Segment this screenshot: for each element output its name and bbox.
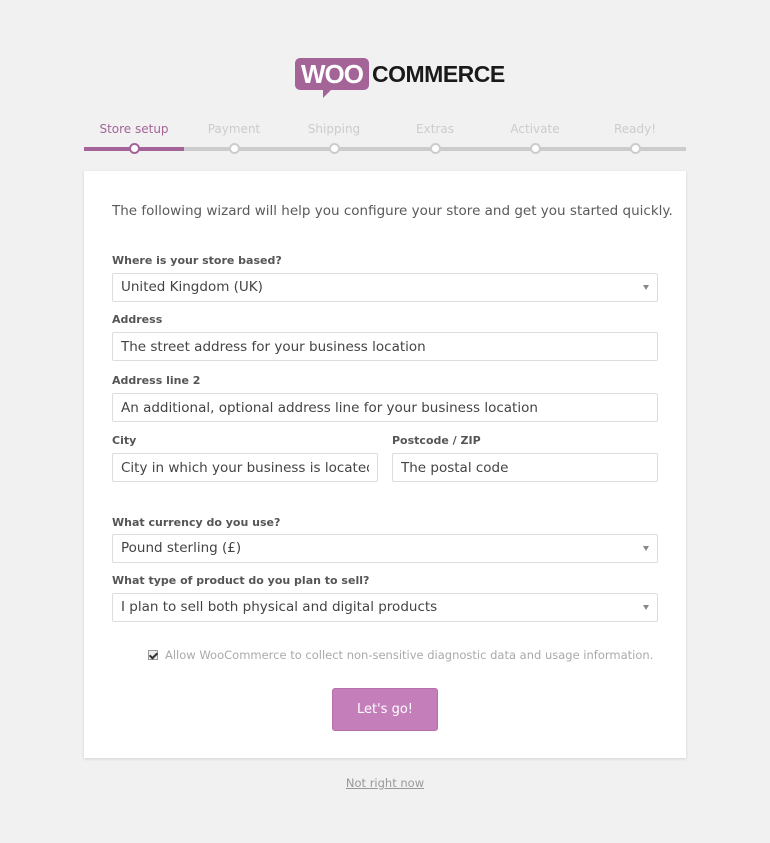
currency-value: Pound sterling (£) bbox=[121, 540, 242, 556]
country-select[interactable]: United Kingdom (UK) bbox=[112, 273, 658, 302]
chevron-down-icon bbox=[643, 285, 649, 290]
step-payment: Payment bbox=[184, 121, 284, 154]
chevron-down-icon bbox=[643, 546, 649, 551]
currency-label: What currency do you use? bbox=[112, 516, 281, 529]
product-type-select[interactable]: I plan to sell both physical and digital… bbox=[112, 593, 658, 622]
tracking-label: Allow WooCommerce to collect non-sensiti… bbox=[165, 648, 654, 662]
step-label: Store setup bbox=[99, 122, 169, 136]
step-dot bbox=[129, 143, 140, 154]
product-type-label: What type of product do you plan to sell… bbox=[112, 574, 370, 587]
logo-commerce: COMMERCE bbox=[372, 60, 505, 87]
address2-label: Address line 2 bbox=[112, 374, 201, 387]
chevron-down-icon bbox=[643, 605, 649, 610]
city-input[interactable] bbox=[112, 453, 378, 482]
tracking-checkbox[interactable] bbox=[148, 650, 158, 660]
lets-go-button[interactable]: Let's go! bbox=[332, 688, 438, 731]
address-input[interactable] bbox=[112, 332, 658, 361]
step-label: Shipping bbox=[307, 122, 361, 136]
intro-text: The following wizard will help you confi… bbox=[112, 203, 673, 219]
postcode-input[interactable] bbox=[392, 453, 658, 482]
step-dot bbox=[630, 143, 641, 154]
step-label: Payment bbox=[207, 122, 261, 136]
postcode-label: Postcode / ZIP bbox=[392, 434, 481, 447]
step-dot bbox=[329, 143, 340, 154]
setup-card: The following wizard will help you confi… bbox=[84, 171, 686, 758]
step-dot bbox=[530, 143, 541, 154]
logo-woo: WOO bbox=[295, 58, 369, 98]
step-shipping: Shipping bbox=[284, 121, 384, 154]
step-activate: Activate bbox=[485, 121, 585, 154]
city-label: City bbox=[112, 434, 137, 447]
step-dot bbox=[430, 143, 441, 154]
woocommerce-logo: WOO COMMERCE bbox=[295, 54, 505, 98]
step-label: Extras bbox=[416, 122, 454, 136]
step-ready: Ready! bbox=[585, 121, 685, 154]
tracking-option: Allow WooCommerce to collect non-sensiti… bbox=[148, 648, 653, 662]
step-label: Activate bbox=[510, 122, 560, 136]
step-label: Ready! bbox=[613, 122, 657, 136]
currency-select[interactable]: Pound sterling (£) bbox=[112, 534, 658, 563]
address-label: Address bbox=[112, 313, 163, 326]
step-store-setup: Store setup bbox=[84, 121, 184, 154]
setup-steps: Store setup Payment Shipping Extras Acti… bbox=[84, 121, 686, 161]
not-right-now-link[interactable]: Not right now bbox=[0, 776, 770, 790]
product-type-value: I plan to sell both physical and digital… bbox=[121, 599, 438, 615]
step-dot bbox=[229, 143, 240, 154]
country-label: Where is your store based? bbox=[112, 254, 282, 267]
step-extras: Extras bbox=[385, 121, 485, 154]
country-value: United Kingdom (UK) bbox=[121, 279, 263, 295]
address2-input[interactable] bbox=[112, 393, 658, 422]
